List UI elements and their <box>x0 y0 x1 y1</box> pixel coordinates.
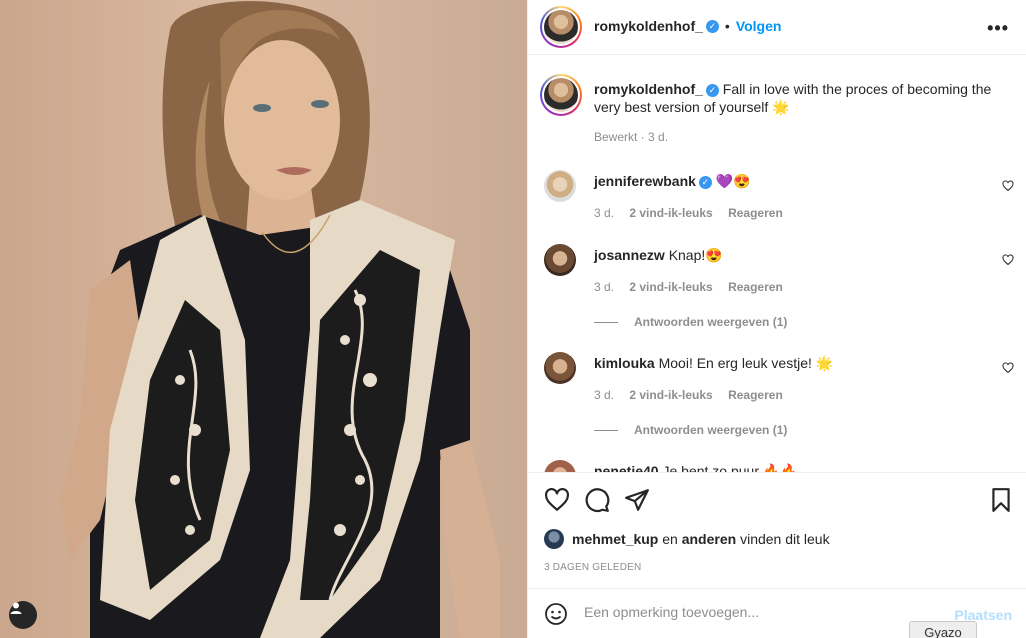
likes-suffix: vinden dit leuk <box>740 531 830 547</box>
comment-likes[interactable]: 2 vind-ik-leuks <box>629 388 712 402</box>
comment-heart-icon[interactable] <box>1002 254 1014 266</box>
comment-time[interactable]: 3 d. <box>594 388 614 402</box>
share-icon[interactable] <box>624 487 650 513</box>
emoji-icon[interactable] <box>544 602 568 626</box>
verified-badge-icon: ✓ <box>705 83 719 97</box>
view-replies-label: Antwoorden weergeven (1) <box>634 423 788 437</box>
post-actions: mehmet_kup en anderen vinden dit leuk 3 … <box>528 472 1026 588</box>
gyazo-button[interactable]: Gyazo <box>909 621 977 638</box>
commenter-avatar[interactable] <box>544 170 576 202</box>
comment-text: jenniferewbank ✓ 💜😍 <box>594 172 1004 190</box>
view-replies-label: Antwoorden weergeven (1) <box>634 315 788 329</box>
comment-heart-icon[interactable] <box>1002 362 1014 374</box>
comment-item: josannezw Knap!😍 3 d. 2 vind-ik-leuks Re… <box>544 244 1014 334</box>
comment-likes[interactable]: 2 vind-ik-leuks <box>629 206 712 220</box>
reply-button[interactable]: Reageren <box>728 388 783 402</box>
author-username[interactable]: romykoldenhof_ <box>594 18 703 34</box>
comments-list[interactable]: romykoldenhof_ ✓ Fall in love with the pr… <box>528 56 1026 472</box>
verified-badge-icon: ✓ <box>698 175 712 189</box>
comment-username[interactable]: nenetie40 <box>594 463 659 472</box>
more-options-icon[interactable]: ••• <box>987 18 1009 39</box>
comment-body: Je bent zo puur 🔥🔥 <box>662 463 798 472</box>
comment-time[interactable]: 3 d. <box>594 280 614 294</box>
caption-meta: Bewerkt · 3 d. <box>594 130 669 144</box>
caption-avatar[interactable] <box>540 74 582 116</box>
comment-body: Mooi! En erg leuk vestje! 🌟 <box>658 355 834 371</box>
comment-time[interactable]: 3 d. <box>594 206 614 220</box>
photo-illustration <box>60 1 500 638</box>
comment-text: nenetie40 Je bent zo puur 🔥🔥 <box>594 462 1004 472</box>
comment-input[interactable] <box>584 604 944 620</box>
view-replies-button[interactable]: Antwoorden weergeven (1) <box>594 315 787 329</box>
user-tag-icon[interactable] <box>9 601 37 629</box>
liker-avatar[interactable] <box>544 529 564 549</box>
author-avatar[interactable] <box>540 6 582 48</box>
bookmark-icon[interactable] <box>988 487 1014 513</box>
post-date[interactable]: 3 DAGEN GELEDEN <box>544 562 641 573</box>
comment-meta: 3 d. 2 vind-ik-leuks Reageren <box>594 388 795 402</box>
comment-item: jenniferewbank ✓ 💜😍 3 d. 2 vind-ik-leuks … <box>544 170 1014 230</box>
comment-icon[interactable] <box>584 487 610 513</box>
follow-button[interactable]: Volgen <box>736 18 782 34</box>
commenter-avatar[interactable] <box>544 244 576 276</box>
verified-badge-icon: ✓ <box>705 19 719 33</box>
likes-others-link[interactable]: anderen <box>682 531 736 547</box>
likes-summary: mehmet_kup en anderen vinden dit leuk <box>544 529 830 549</box>
heart-icon[interactable] <box>544 487 570 513</box>
post-details-panel: romykoldenhof_ ✓ • Volgen ••• romykolden… <box>527 0 1026 638</box>
likes-connector: en <box>662 531 678 547</box>
separator-dot: • <box>724 18 730 34</box>
comment-meta: 3 d. 2 vind-ik-leuks Reageren <box>594 206 795 220</box>
comment-body: Knap!😍 <box>668 247 723 263</box>
commenter-avatar[interactable] <box>544 460 576 472</box>
comment-item: kimlouka Mooi! En erg leuk vestje! 🌟 3 d… <box>544 352 1014 442</box>
comment-text: kimlouka Mooi! En erg leuk vestje! 🌟 <box>594 354 1004 372</box>
comment-username[interactable]: jenniferewbank <box>594 173 696 189</box>
view-replies-button[interactable]: Antwoorden weergeven (1) <box>594 423 787 437</box>
comment-text: josannezw Knap!😍 <box>594 246 1004 264</box>
caption-text: romykoldenhof_ ✓ Fall in love with the pr… <box>594 80 1004 116</box>
liker-username[interactable]: mehmet_kup <box>572 531 658 547</box>
comment-likes[interactable]: 2 vind-ik-leuks <box>629 280 712 294</box>
caption-username[interactable]: romykoldenhof_ <box>594 81 703 97</box>
comment-body: 💜😍 <box>715 173 751 189</box>
commenter-avatar[interactable] <box>544 352 576 384</box>
comment-username[interactable]: kimlouka <box>594 355 655 371</box>
comment-meta: 3 d. 2 vind-ik-leuks Reageren <box>594 280 795 294</box>
comment-heart-icon[interactable] <box>1002 180 1014 192</box>
reply-button[interactable]: Reageren <box>728 280 783 294</box>
post-photo <box>0 0 527 638</box>
reply-button[interactable]: Reageren <box>728 206 783 220</box>
post-header: romykoldenhof_ ✓ • Volgen ••• <box>528 0 1026 55</box>
caption: romykoldenhof_ ✓ Fall in love with the pr… <box>540 74 1014 154</box>
comment-item: nenetie40 Je bent zo puur 🔥🔥 <box>544 460 1014 472</box>
comment-username[interactable]: josannezw <box>594 247 665 263</box>
